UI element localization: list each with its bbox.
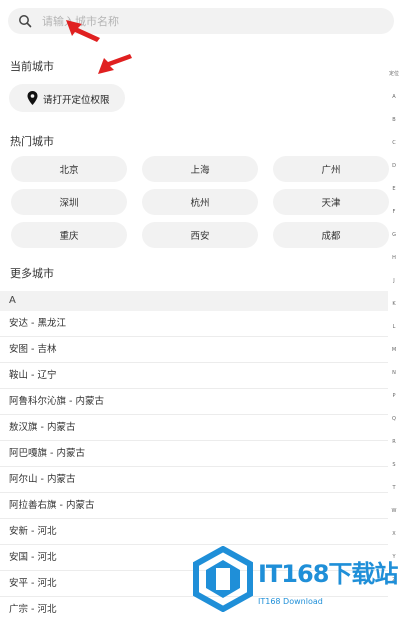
index-letter[interactable]: E xyxy=(388,185,400,193)
watermark-brand: IT168下载站 xyxy=(258,560,398,588)
current-city-title: 当前城市 xyxy=(10,60,54,73)
it168-logo-icon xyxy=(193,546,253,612)
index-letter[interactable]: A xyxy=(388,93,400,101)
hot-city-chip[interactable]: 上海 xyxy=(142,156,258,182)
enable-location-button[interactable]: 请打开定位权限 xyxy=(9,84,125,112)
city-list-item[interactable]: 敖汉旗 - 内蒙古 xyxy=(0,415,388,441)
watermark-subtitle: IT168 Download xyxy=(258,597,323,606)
hot-city-chip[interactable]: 深圳 xyxy=(11,189,127,215)
location-pin-icon xyxy=(27,91,38,105)
index-letter[interactable]: G xyxy=(388,231,400,239)
index-letter[interactable]: T xyxy=(388,484,400,492)
index-letter[interactable]: F xyxy=(388,208,400,216)
more-cities-title: 更多城市 xyxy=(10,267,54,280)
index-letter[interactable]: K xyxy=(388,300,400,308)
letter-section-header: A xyxy=(0,291,388,311)
city-list-item[interactable]: 安图 - 吉林 xyxy=(0,337,388,363)
enable-location-label: 请打开定位权限 xyxy=(43,95,110,106)
index-letter[interactable]: X xyxy=(388,530,400,538)
alphabet-index-bar[interactable]: 定位 A B C D E F G H J K L M N P Q R S T W… xyxy=(388,64,400,622)
index-letter[interactable]: 定位 xyxy=(388,70,400,78)
city-list-item[interactable]: 阿尔山 - 内蒙古 xyxy=(0,467,388,493)
index-letter[interactable]: M xyxy=(388,346,400,354)
index-letter[interactable]: H xyxy=(388,254,400,262)
index-letter[interactable]: N xyxy=(388,369,400,377)
index-letter[interactable]: P xyxy=(388,392,400,400)
hot-city-chip[interactable]: 成都 xyxy=(273,222,389,248)
city-list-item[interactable]: 阿巴嘎旗 - 内蒙古 xyxy=(0,441,388,467)
city-list-item[interactable]: 阿拉善右旗 - 内蒙古 xyxy=(0,493,388,519)
hot-city-chip[interactable]: 杭州 xyxy=(142,189,258,215)
index-letter[interactable]: C xyxy=(388,139,400,147)
search-icon xyxy=(19,15,32,28)
hot-city-chip[interactable]: 重庆 xyxy=(11,222,127,248)
index-letter[interactable]: S xyxy=(388,461,400,469)
hot-city-chip[interactable]: 北京 xyxy=(11,156,127,182)
city-list-item[interactable]: 阿鲁科尔沁旗 - 内蒙古 xyxy=(0,389,388,415)
hot-city-chip[interactable]: 天津 xyxy=(273,189,389,215)
annotation-arrow-icon xyxy=(98,54,132,74)
index-letter[interactable]: Q xyxy=(388,415,400,423)
city-list-item[interactable]: 安新 - 河北 xyxy=(0,519,388,545)
index-letter[interactable]: J xyxy=(388,277,400,285)
hot-cities-grid: 北京 上海 广州 深圳 杭州 天津 重庆 西安 成都 xyxy=(0,156,400,250)
index-letter[interactable]: L xyxy=(388,323,400,331)
hot-cities-title: 热门城市 xyxy=(10,135,54,148)
city-list-item[interactable]: 安达 - 黑龙江 xyxy=(0,311,388,337)
hot-city-chip[interactable]: 西安 xyxy=(142,222,258,248)
watermark-logo: IT168下载站 IT168 Download xyxy=(190,546,398,616)
annotation-arrow-icon xyxy=(66,20,100,42)
hot-city-chip[interactable]: 广州 xyxy=(273,156,389,182)
city-list-item[interactable]: 鞍山 - 辽宁 xyxy=(0,363,388,389)
index-letter[interactable]: W xyxy=(388,507,400,515)
index-letter[interactable]: R xyxy=(388,438,400,446)
index-letter[interactable]: D xyxy=(388,162,400,170)
index-letter[interactable]: B xyxy=(388,116,400,124)
